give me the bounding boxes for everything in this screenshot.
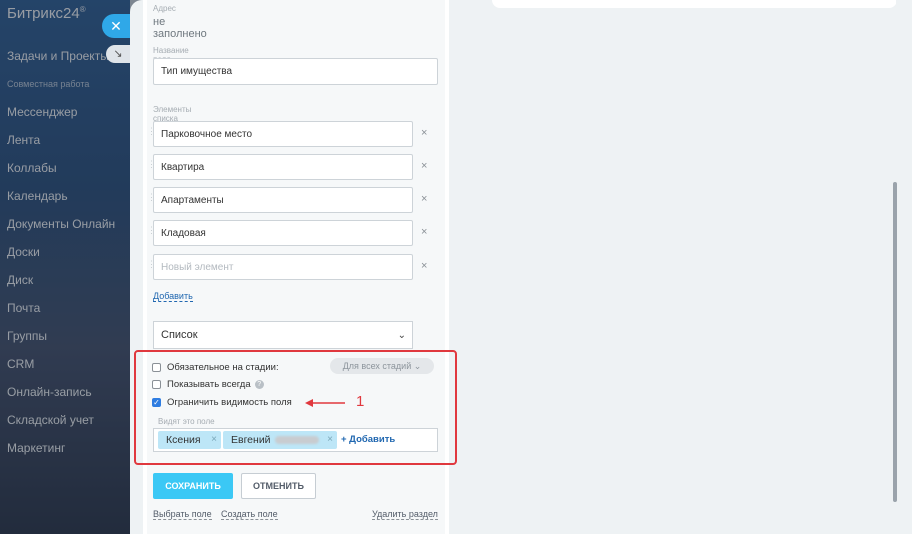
required-label: Обязательное на стадии: bbox=[167, 362, 279, 373]
new-item-input[interactable]: Новый элемент bbox=[153, 254, 413, 280]
right-card bbox=[492, 0, 897, 8]
add-item-link[interactable]: Добавить bbox=[153, 291, 193, 302]
remove-user-icon[interactable]: × bbox=[211, 434, 217, 445]
remove-icon[interactable]: × bbox=[421, 226, 427, 238]
add-user-link[interactable]: + Добавить bbox=[341, 434, 395, 445]
address-label: Адрес bbox=[153, 4, 176, 13]
close-icon: ✕ bbox=[110, 18, 122, 34]
list-item-input[interactable]: Квартира bbox=[153, 154, 413, 180]
chevron-down-icon: ⌄ bbox=[397, 329, 406, 341]
show-always-label: Показывать всегда bbox=[167, 379, 251, 390]
scrollbar-track bbox=[896, 0, 912, 534]
scrollbar-thumb[interactable] bbox=[893, 182, 897, 502]
drag-handle-icon[interactable]: ⋮⋮ bbox=[147, 193, 164, 206]
blurred-surname bbox=[274, 436, 319, 444]
list-item-input[interactable]: Кладовая bbox=[153, 220, 413, 246]
user-name: Евгений bbox=[231, 434, 271, 446]
select-field-link[interactable]: Выбрать поле bbox=[153, 509, 212, 520]
annotation-arrow-icon bbox=[305, 399, 345, 407]
remove-icon[interactable]: × bbox=[421, 127, 427, 139]
close-slider-button[interactable]: ✕ bbox=[102, 14, 130, 38]
remove-user-icon[interactable]: × bbox=[327, 434, 333, 445]
create-field-link[interactable]: Создать поле bbox=[221, 509, 278, 520]
drag-handle-icon[interactable]: ⋮⋮ bbox=[147, 160, 164, 173]
cancel-button[interactable]: ОТМЕНИТЬ bbox=[241, 473, 316, 499]
stages-dropdown[interactable]: Для всех стадий ⌄ bbox=[330, 358, 434, 374]
remove-icon[interactable]: × bbox=[421, 160, 427, 172]
address-value: не заполнено bbox=[153, 16, 207, 40]
visible-to-label: Видят это поле bbox=[158, 417, 215, 426]
list-item-input[interactable]: Апартаменты bbox=[153, 187, 413, 213]
required-on-stage-row[interactable]: Обязательное на стадии: bbox=[152, 362, 279, 373]
annotation-number: 1 bbox=[356, 393, 365, 410]
checkbox-required[interactable] bbox=[152, 363, 161, 372]
remove-icon[interactable]: × bbox=[421, 193, 427, 205]
help-icon[interactable]: ? bbox=[254, 380, 264, 389]
user-chip[interactable]: Евгений × bbox=[223, 431, 337, 449]
chevron-down-icon: ⌄ bbox=[413, 360, 422, 371]
minimize-icon: ↘ bbox=[113, 48, 123, 60]
restrict-visibility-label: Ограничить видимость поля bbox=[167, 397, 292, 408]
drag-handle-icon[interactable]: ⋮⋮ bbox=[147, 226, 164, 239]
delete-section-link[interactable]: Удалить раздел bbox=[372, 509, 438, 520]
checkbox-show-always[interactable] bbox=[152, 380, 161, 389]
field-name-input[interactable]: Тип имущества bbox=[153, 58, 438, 85]
show-always-row[interactable]: Показывать всегда ? bbox=[152, 379, 264, 390]
list-item-input[interactable]: Парковочное место bbox=[153, 121, 413, 147]
drag-handle-icon[interactable]: ⋮⋮ bbox=[147, 260, 164, 273]
visible-users-selector[interactable]: Ксения × Евгений × + Добавить bbox=[153, 428, 438, 452]
checkbox-restrict-visibility[interactable]: ✓ bbox=[152, 398, 161, 407]
user-chip[interactable]: Ксения × bbox=[158, 431, 221, 449]
remove-icon[interactable]: × bbox=[421, 260, 427, 272]
drag-handle-icon[interactable]: ⋮⋮ bbox=[147, 127, 164, 140]
user-name: Ксения bbox=[166, 434, 201, 446]
collapse-slider-button[interactable]: ↘ bbox=[106, 45, 130, 63]
restrict-visibility-row[interactable]: ✓ Ограничить видимость поля bbox=[152, 397, 292, 408]
save-button[interactable]: СОХРАНИТЬ bbox=[153, 473, 233, 499]
field-type-select[interactable]: Список ⌄ bbox=[153, 321, 413, 349]
